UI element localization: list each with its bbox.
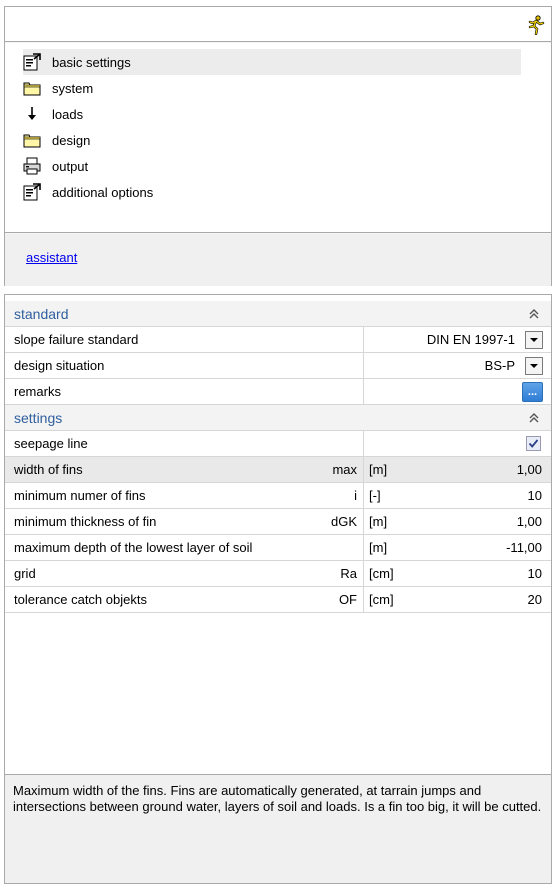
assistant-area: assistant [5, 234, 551, 286]
column-divider [363, 457, 364, 482]
property-label: seepage line [14, 436, 88, 451]
dropdown-button[interactable] [525, 357, 543, 375]
section-standard[interactable]: standard [5, 301, 551, 327]
folder-icon [23, 79, 41, 97]
section-title: settings [14, 410, 63, 426]
column-divider [363, 431, 364, 456]
assistant-link[interactable]: assistant [26, 250, 77, 265]
section-title: standard [14, 306, 69, 322]
nav-item-design[interactable]: design [23, 127, 90, 153]
property-label: tolerance catch objekts [14, 592, 147, 607]
nav-item-label: system [52, 80, 94, 96]
property-grid: standard slope failure standard DIN EN 1… [4, 294, 552, 884]
row-width-of-fins[interactable]: width of fins max [m] 1,00 [5, 457, 551, 483]
property-value[interactable]: BS-P [485, 358, 515, 373]
nav-item-system[interactable]: system [23, 75, 93, 101]
nav-item-loads[interactable]: loads [23, 101, 83, 127]
folder-icon [23, 131, 41, 149]
property-value[interactable]: 10 [528, 488, 542, 503]
property-unit: [m] [369, 462, 388, 477]
property-unit: [cm] [369, 566, 394, 581]
properties-icon [23, 183, 41, 201]
properties-icon [23, 53, 41, 71]
property-label: maximum depth of the lowest layer of soi… [14, 540, 253, 555]
property-value[interactable]: 10 [528, 566, 542, 581]
column-divider [363, 379, 364, 404]
running-man-icon[interactable] [527, 15, 545, 35]
property-symbol: max [332, 462, 357, 477]
row-minimum-thickness-of-fin[interactable]: minimum thickness of fin dGK [m] 1,00 [5, 509, 551, 535]
column-divider [363, 587, 364, 612]
property-label: minimum numer of fins [14, 488, 146, 503]
description-text: Maximum width of the fins. Fins are auto… [13, 783, 542, 814]
property-label: design situation [14, 358, 105, 373]
property-label: width of fins [14, 462, 83, 477]
dropdown-button[interactable] [525, 331, 543, 349]
property-label: grid [14, 566, 36, 581]
navigator-toolbar [5, 7, 551, 42]
column-divider [363, 483, 364, 508]
property-unit: [m] [369, 540, 388, 555]
row-design-situation[interactable]: design situation BS-P [5, 353, 551, 379]
nav-item-label: loads [52, 106, 84, 122]
seepage-line-checkbox[interactable] [526, 436, 541, 451]
chevron-down-icon [530, 338, 538, 342]
row-minimum-number-of-fins[interactable]: minimum numer of fins i [-] 10 [5, 483, 551, 509]
nav-item-additional-options[interactable]: additional options [23, 179, 153, 205]
property-unit: [m] [369, 514, 388, 529]
property-symbol: OF [338, 592, 357, 607]
property-value[interactable]: -11,00 [506, 540, 542, 555]
nav-item-label: basic settings [52, 54, 131, 70]
row-slope-failure-standard[interactable]: slope failure standard DIN EN 1997-1 [5, 327, 551, 353]
row-grid[interactable]: grid Ra [cm] 10 [5, 561, 551, 587]
property-unit: [cm] [369, 592, 394, 607]
column-divider [363, 535, 364, 560]
column-divider [363, 509, 364, 534]
row-seepage-line[interactable]: seepage line [5, 431, 551, 457]
property-value[interactable]: 20 [528, 592, 542, 607]
column-divider [363, 327, 364, 352]
row-tolerance-catch-objects[interactable]: tolerance catch objekts OF [cm] 20 [5, 587, 551, 613]
property-label: remarks [14, 384, 61, 399]
property-symbol: i [354, 488, 357, 503]
down-arrow-icon [23, 105, 41, 123]
navigator-panel: basic settings system loads design outpu… [4, 6, 552, 286]
property-label: slope failure standard [14, 332, 139, 347]
column-divider [363, 353, 364, 378]
nav-item-basic-settings[interactable]: basic settings [23, 49, 521, 75]
ellipsis-button[interactable]: ... [522, 382, 543, 402]
printer-icon [23, 157, 41, 175]
row-maximum-depth-lowest-layer[interactable]: maximum depth of the lowest layer of soi… [5, 535, 551, 561]
nav-item-label: output [52, 158, 89, 174]
property-symbol: Ra [340, 566, 357, 581]
collapse-icon[interactable] [527, 307, 541, 321]
description-panel: Maximum width of the fins. Fins are auto… [5, 774, 551, 883]
checkmark-icon [528, 439, 539, 448]
nav-item-label: additional options [52, 184, 154, 200]
property-unit: [-] [369, 488, 381, 503]
property-value[interactable]: DIN EN 1997-1 [427, 332, 515, 347]
property-value[interactable]: 1,00 [517, 514, 542, 529]
nav-item-output[interactable]: output [23, 153, 88, 179]
property-label: minimum thickness of fin [14, 514, 157, 529]
collapse-icon[interactable] [527, 411, 541, 425]
chevron-down-icon [530, 364, 538, 368]
navigator-tree: basic settings system loads design outpu… [5, 43, 551, 233]
section-settings[interactable]: settings [5, 405, 551, 431]
column-divider [363, 561, 364, 586]
nav-item-label: design [52, 132, 91, 148]
row-remarks[interactable]: remarks ... [5, 379, 551, 405]
property-value[interactable]: 1,00 [517, 462, 542, 477]
property-symbol: dGK [330, 514, 357, 529]
